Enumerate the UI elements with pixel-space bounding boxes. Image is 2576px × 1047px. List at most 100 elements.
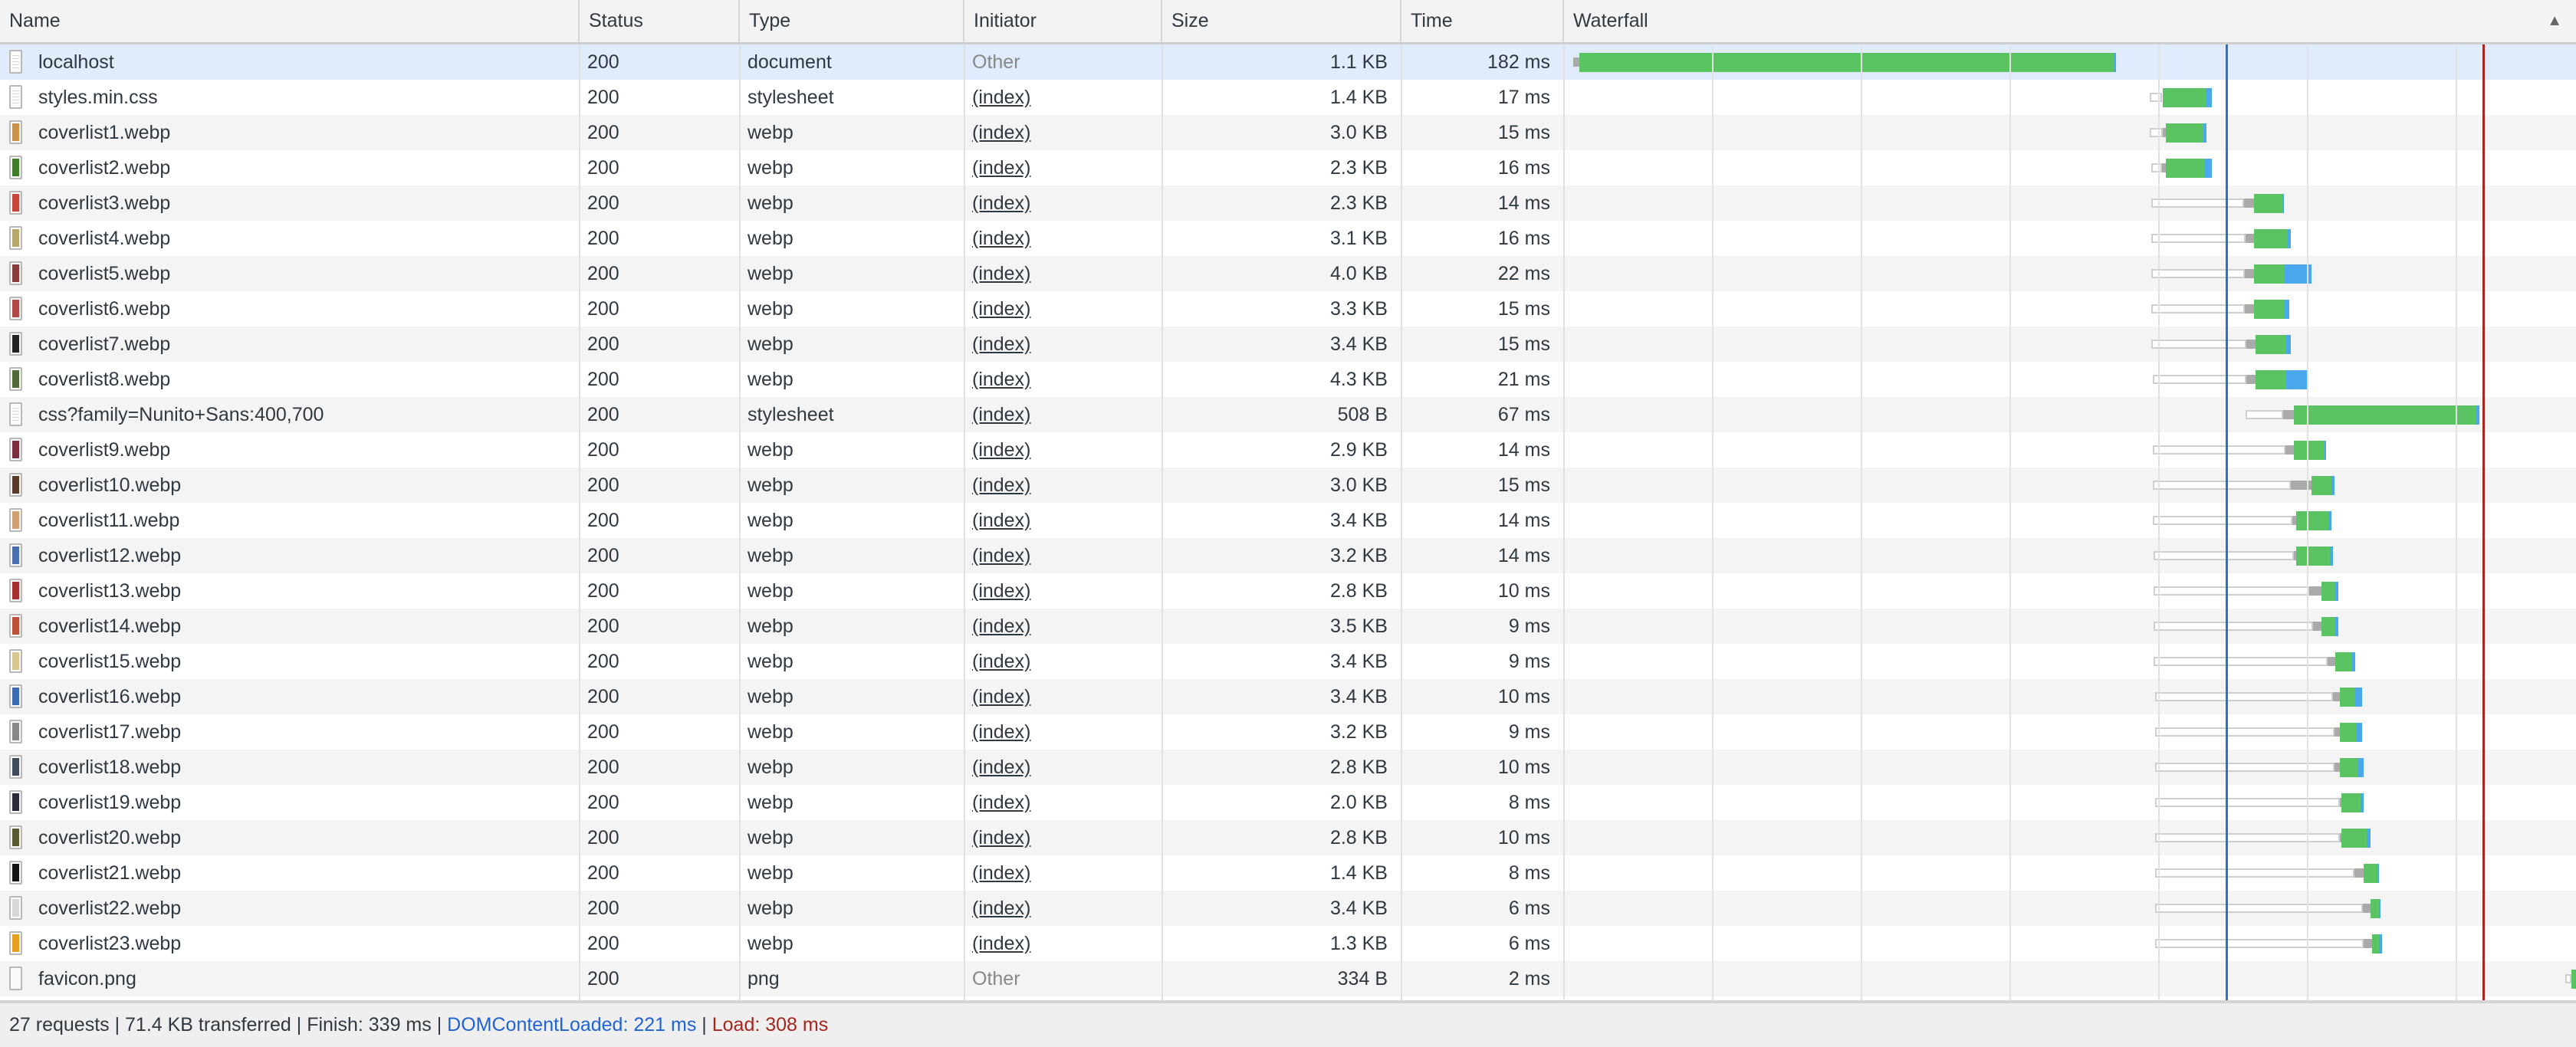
sort-ascending-icon[interactable]: ▲ (2547, 0, 2562, 42)
cell-size: 3.2 KB (1329, 721, 1388, 743)
cell-time: 17 ms (1497, 87, 1550, 108)
queue-segment (2153, 622, 2313, 631)
cell-status: 200 (587, 474, 619, 496)
column-header-initiator[interactable]: Initiator (964, 0, 1162, 42)
column-header-waterfall[interactable]: Waterfall (1564, 0, 2576, 42)
cell-initiator[interactable]: (index) (964, 644, 1162, 679)
waiting-segment (2253, 228, 2288, 248)
waiting-segment (2339, 687, 2355, 707)
cell-initiator[interactable]: (index) (964, 503, 1162, 538)
cell-initiator[interactable]: (index) (964, 609, 1162, 644)
cell-size: 2.9 KB (1329, 439, 1388, 461)
cell-initiator[interactable]: (index) (964, 714, 1162, 750)
cell-time: 182 ms (1487, 51, 1550, 73)
cell-name: coverlist12.webp (38, 545, 182, 566)
queue-segment (2154, 798, 2340, 807)
cell-initiator[interactable]: (index) (964, 573, 1162, 609)
cell-initiator[interactable]: (index) (964, 362, 1162, 397)
image-thumbnail-icon (9, 649, 22, 673)
waiting-segment (2294, 405, 2477, 425)
cell-initiator[interactable]: (index) (964, 468, 1162, 503)
cell-initiator[interactable]: (index) (964, 926, 1162, 961)
cell-status: 200 (587, 721, 619, 743)
column-divider[interactable] (964, 44, 965, 1000)
column-divider[interactable] (1162, 44, 1163, 1000)
stalled-segment (2334, 727, 2340, 737)
cell-size: 2.3 KB (1329, 157, 1388, 179)
cell-size: 3.4 KB (1329, 651, 1388, 672)
cell-type: webp (748, 651, 794, 672)
cell-initiator[interactable]: (index) (964, 150, 1162, 185)
column-header-time[interactable]: Time (1401, 0, 1564, 42)
image-thumbnail-icon (9, 191, 22, 215)
cell-initiator[interactable]: (index) (964, 185, 1162, 221)
column-label: Size (1171, 10, 1209, 31)
waiting-segment (2339, 722, 2358, 742)
download-segment (2288, 228, 2291, 248)
cell-initiator[interactable]: (index) (964, 820, 1162, 855)
image-thumbnail-icon (9, 438, 22, 461)
cell-type: webp (748, 757, 794, 778)
cell-name: localhost (38, 51, 114, 73)
cell-type: webp (748, 333, 794, 355)
column-divider[interactable] (579, 44, 580, 1000)
cell-status: 200 (587, 686, 619, 707)
download-segment (2360, 793, 2364, 812)
cell-status: 200 (587, 898, 619, 919)
column-header-type[interactable]: Type (740, 0, 964, 42)
table-row[interactable]: css?family=Nunito+Sans:400,700 200 stylesh… (0, 397, 2576, 432)
image-thumbnail-icon (9, 226, 22, 250)
stalled-segment (2244, 269, 2254, 278)
cell-size: 2.8 KB (1329, 580, 1388, 602)
table-row[interactable]: localhost 200 document Other 1.1 KB 182 ms (0, 44, 2576, 80)
queue-segment (2150, 269, 2245, 278)
cell-initiator[interactable]: (index) (964, 679, 1162, 714)
cell-initiator[interactable]: (index) (964, 750, 1162, 785)
cell-time: 16 ms (1497, 228, 1550, 249)
cell-initiator[interactable]: (index) (964, 891, 1162, 926)
cell-initiator[interactable]: (index) (964, 855, 1162, 891)
queue-segment (2153, 445, 2285, 455)
cell-time: 14 ms (1497, 545, 1550, 566)
cell-name: coverlist8.webp (38, 369, 171, 390)
column-divider[interactable] (1563, 44, 1565, 1000)
load-text: Load: 308 ms (711, 1014, 829, 1036)
cell-time: 10 ms (1497, 827, 1550, 848)
column-divider[interactable] (739, 44, 741, 1000)
cell-time: 8 ms (1508, 862, 1550, 884)
file-icon (9, 85, 22, 109)
queue-segment (2154, 939, 2364, 948)
waiting-segment (2162, 87, 2206, 107)
stalled-segment (2246, 340, 2256, 349)
cell-size: 3.4 KB (1329, 333, 1388, 355)
cell-status: 200 (587, 228, 619, 249)
cell-initiator[interactable]: (index) (964, 432, 1162, 468)
cell-type: stylesheet (748, 404, 834, 425)
queue-segment (2150, 304, 2245, 313)
cell-size: 3.0 KB (1329, 122, 1388, 143)
column-label: Time (1411, 10, 1453, 31)
column-header-name[interactable]: Name (0, 0, 580, 42)
waterfall-gridline (2158, 44, 2160, 1000)
cell-initiator[interactable]: (index) (964, 538, 1162, 573)
cell-initiator[interactable]: (index) (964, 397, 1162, 432)
column-divider[interactable] (1401, 44, 1402, 1000)
cell-initiator[interactable]: (index) (964, 221, 1162, 256)
column-header-size[interactable]: Size (1162, 0, 1401, 42)
cell-initiator[interactable]: (index) (964, 256, 1162, 291)
column-header-status[interactable]: Status (580, 0, 740, 42)
waiting-segment (2341, 828, 2367, 848)
cell-type: webp (748, 827, 794, 848)
table-row[interactable]: favicon.png 200 png Other 334 B 2 ms (0, 961, 2576, 996)
cell-type: webp (748, 615, 794, 637)
cell-size: 1.4 KB (1329, 862, 1388, 884)
queue-segment (2149, 128, 2163, 137)
cell-initiator[interactable]: (index) (964, 80, 1162, 115)
cell-initiator[interactable]: (index) (964, 327, 1162, 362)
cell-time: 22 ms (1497, 263, 1550, 284)
cell-time: 16 ms (1497, 157, 1550, 179)
cell-type: webp (748, 510, 794, 531)
cell-initiator[interactable]: (index) (964, 785, 1162, 820)
cell-initiator[interactable]: (index) (964, 115, 1162, 150)
cell-initiator[interactable]: (index) (964, 291, 1162, 327)
